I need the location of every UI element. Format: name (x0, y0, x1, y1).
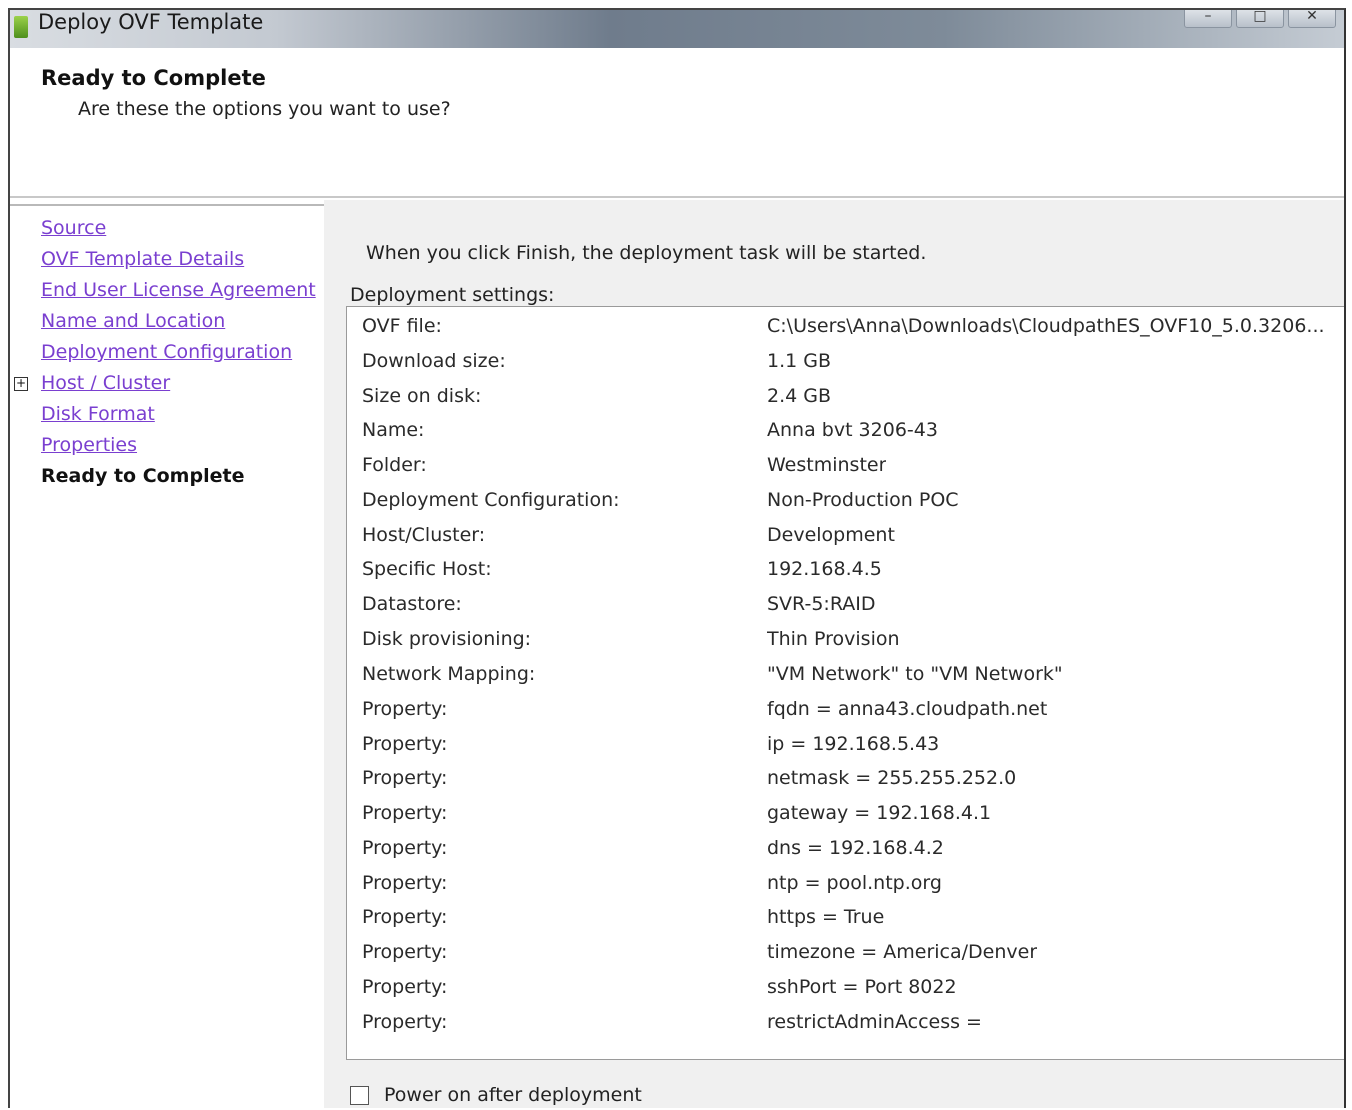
step-disk-format[interactable]: Disk Format (41, 403, 155, 425)
setting-key: Property: (362, 698, 448, 720)
settings-row: Specific Host: 192.168.4.5 (347, 558, 1344, 592)
settings-row: Host/Cluster: Development (347, 524, 1344, 558)
settings-row: Network Mapping: "VM Network" to "VM Netw… (347, 663, 1344, 697)
setting-key: Folder: (362, 454, 427, 476)
setting-key: Download size: (362, 350, 506, 372)
setting-value: ntp = pool.ntp.org (767, 872, 942, 894)
settings-row: Name: Anna bvt 3206-43 (347, 419, 1344, 453)
setting-value: Anna bvt 3206-43 (767, 419, 938, 441)
setting-value: https = True (767, 906, 885, 928)
settings-row: Property: restrictAdminAccess = (347, 1011, 1344, 1045)
setting-key: Datastore: (362, 593, 462, 615)
dialog-window: Deploy OVF Template – □ ✕ Ready to Compl… (8, 8, 1346, 1108)
setting-value: dns = 192.168.4.2 (767, 837, 944, 859)
settings-row: Download size: 1.1 GB (347, 350, 1344, 384)
settings-row: Disk provisioning: Thin Provision (347, 628, 1344, 662)
setting-value: timezone = America/Denver (767, 941, 1038, 963)
settings-row: Property: timezone = America/Denver (347, 941, 1344, 975)
setting-key: Property: (362, 802, 448, 824)
setting-value: Non-Production POC (767, 489, 959, 511)
window-title: Deploy OVF Template (38, 10, 264, 34)
expand-icon[interactable]: + (14, 377, 28, 391)
setting-key: Specific Host: (362, 558, 492, 580)
setting-key: Property: (362, 976, 448, 998)
settings-row: Folder: Westminster (347, 454, 1344, 488)
power-on-option[interactable]: Power on after deployment (350, 1084, 642, 1106)
settings-heading: Deployment settings: (350, 284, 555, 306)
wizard-steps: Source OVF Template Details End User Lic… (10, 200, 324, 1108)
step-source[interactable]: Source (41, 217, 106, 239)
setting-value: ip = 192.168.5.43 (767, 733, 940, 755)
setting-value: 1.1 GB (767, 350, 832, 372)
settings-row: Property: fqdn = anna43.cloudpath.net (347, 698, 1344, 732)
setting-key: Deployment Configuration: (362, 489, 620, 511)
window-controls: – □ ✕ (1184, 10, 1336, 28)
setting-key: Property: (362, 872, 448, 894)
setting-key: Size on disk: (362, 385, 482, 407)
settings-list[interactable]: OVF file: C:\Users\Anna\Downloads\Cloudpa… (346, 306, 1344, 1060)
power-on-checkbox[interactable] (350, 1085, 369, 1105)
settings-row: Size on disk: 2.4 GB (347, 385, 1344, 419)
settings-row: Property: sshPort = Port 8022 (347, 976, 1344, 1010)
step-properties[interactable]: Properties (41, 434, 137, 456)
minimize-button[interactable]: – (1184, 10, 1232, 28)
settings-row: Property: netmask = 255.255.252.0 (347, 767, 1344, 801)
page-title: Ready to Complete (41, 66, 266, 90)
setting-key: OVF file: (362, 315, 442, 337)
settings-row: OVF file: C:\Users\Anna\Downloads\Cloudpa… (347, 315, 1344, 349)
settings-row: Property: ntp = pool.ntp.org (347, 872, 1344, 906)
setting-value: gateway = 192.168.4.1 (767, 802, 992, 824)
step-ovf-template-details[interactable]: OVF Template Details (41, 248, 244, 270)
page-subtitle: Are these the options you want to use? (78, 98, 451, 120)
page-header: Ready to Complete Are these the options … (10, 48, 1344, 196)
intro-text: When you click Finish, the deployment ta… (366, 242, 927, 264)
setting-value: fqdn = anna43.cloudpath.net (767, 698, 1048, 720)
setting-value: restrictAdminAccess = (767, 1011, 982, 1033)
setting-key: Property: (362, 837, 448, 859)
step-host-cluster[interactable]: Host / Cluster (41, 372, 170, 394)
settings-row: Datastore: SVR-5:RAID (347, 593, 1344, 627)
maximize-button[interactable]: □ (1236, 10, 1284, 28)
setting-value: C:\Users\Anna\Downloads\CloudpathES_OVF1… (767, 315, 1325, 337)
step-eula[interactable]: End User License Agreement (41, 279, 316, 301)
settings-row: Property: dns = 192.168.4.2 (347, 837, 1344, 871)
setting-key: Property: (362, 733, 448, 755)
header-divider (10, 196, 1344, 198)
setting-value: 2.4 GB (767, 385, 832, 407)
setting-value: netmask = 255.255.252.0 (767, 767, 1017, 789)
setting-value: Development (767, 524, 895, 546)
setting-key: Host/Cluster: (362, 524, 486, 546)
settings-row: Deployment Configuration: Non-Production … (347, 489, 1344, 523)
main-panel: When you click Finish, the deployment ta… (324, 200, 1344, 1108)
steps-divider (10, 204, 324, 206)
setting-value: Thin Provision (767, 628, 900, 650)
settings-row: Property: https = True (347, 906, 1344, 940)
setting-key: Disk provisioning: (362, 628, 532, 650)
power-on-label: Power on after deployment (384, 1084, 642, 1106)
setting-value: SVR-5:RAID (767, 593, 876, 615)
setting-value: "VM Network" to "VM Network" (767, 663, 1063, 685)
setting-key: Property: (362, 941, 448, 963)
settings-row: Property: gateway = 192.168.4.1 (347, 802, 1344, 836)
setting-key: Name: (362, 419, 425, 441)
setting-key: Network Mapping: (362, 663, 536, 685)
settings-row: Property: ip = 192.168.5.43 (347, 733, 1344, 767)
title-bar[interactable]: Deploy OVF Template – □ ✕ (10, 10, 1344, 48)
setting-value: sshPort = Port 8022 (767, 976, 957, 998)
setting-key: Property: (362, 767, 448, 789)
app-icon (14, 16, 28, 38)
step-name-and-location[interactable]: Name and Location (41, 310, 225, 332)
setting-key: Property: (362, 906, 448, 928)
setting-value: Westminster (767, 454, 887, 476)
setting-value: 192.168.4.5 (767, 558, 882, 580)
step-ready-to-complete: Ready to Complete (41, 465, 245, 487)
step-deployment-configuration[interactable]: Deployment Configuration (41, 341, 292, 363)
setting-key: Property: (362, 1011, 448, 1033)
close-button[interactable]: ✕ (1288, 10, 1336, 28)
